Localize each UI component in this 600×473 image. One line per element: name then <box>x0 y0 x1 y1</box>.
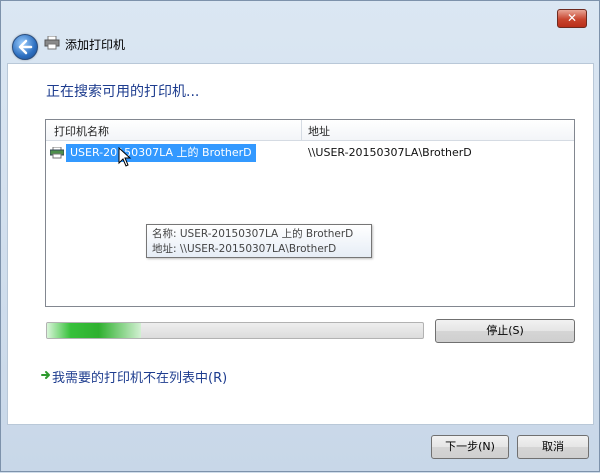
cancel-button[interactable]: 取消 <box>517 435 589 459</box>
stop-button[interactable]: 停止(S) <box>435 319 575 343</box>
printer-icon <box>44 36 60 50</box>
add-printer-window: ✕ 添加打印机 正在搜索可用的打印机... 打印机名称 地址 USER-2015… <box>0 0 600 472</box>
progress-fill <box>47 323 141 338</box>
search-progress-bar <box>46 322 424 339</box>
window-title: 添加打印机 <box>65 38 126 52</box>
wizard-content: 正在搜索可用的打印机... 打印机名称 地址 USER-20150307LA 上… <box>7 63 594 425</box>
back-arrow-icon <box>18 39 33 55</box>
column-divider <box>301 120 302 140</box>
list-header: 打印机名称 地址 <box>46 120 574 141</box>
mouse-cursor-icon <box>118 147 132 167</box>
printer-icon <box>50 147 64 159</box>
close-button[interactable]: ✕ <box>557 9 587 28</box>
tooltip-address: 地址: \\USER-20150307LA\BrotherD <box>152 243 337 255</box>
next-button[interactable]: 下一步(N) <box>431 435 509 459</box>
column-printer-name[interactable]: 打印机名称 <box>54 123 109 139</box>
column-address[interactable]: 地址 <box>308 123 330 139</box>
list-item-printer-name[interactable]: USER-20150307LA 上的 BrotherD <box>66 144 256 162</box>
tooltip-name: 名称: USER-20150307LA 上的 BrotherD <box>152 228 354 240</box>
green-arrow-icon <box>41 371 50 379</box>
printer-tooltip: 名称: USER-20150307LA 上的 BrotherD 地址: \\US… <box>146 224 372 258</box>
list-item-printer-address[interactable]: \\USER-20150307LA\BrotherD <box>308 144 472 162</box>
page-heading: 正在搜索可用的打印机... <box>46 84 200 100</box>
wizard-footer: 下一步(N) 取消 <box>1 425 600 473</box>
back-button[interactable] <box>12 34 38 60</box>
printer-not-listed-link[interactable]: 我需要的打印机不在列表中(R) <box>52 367 227 386</box>
